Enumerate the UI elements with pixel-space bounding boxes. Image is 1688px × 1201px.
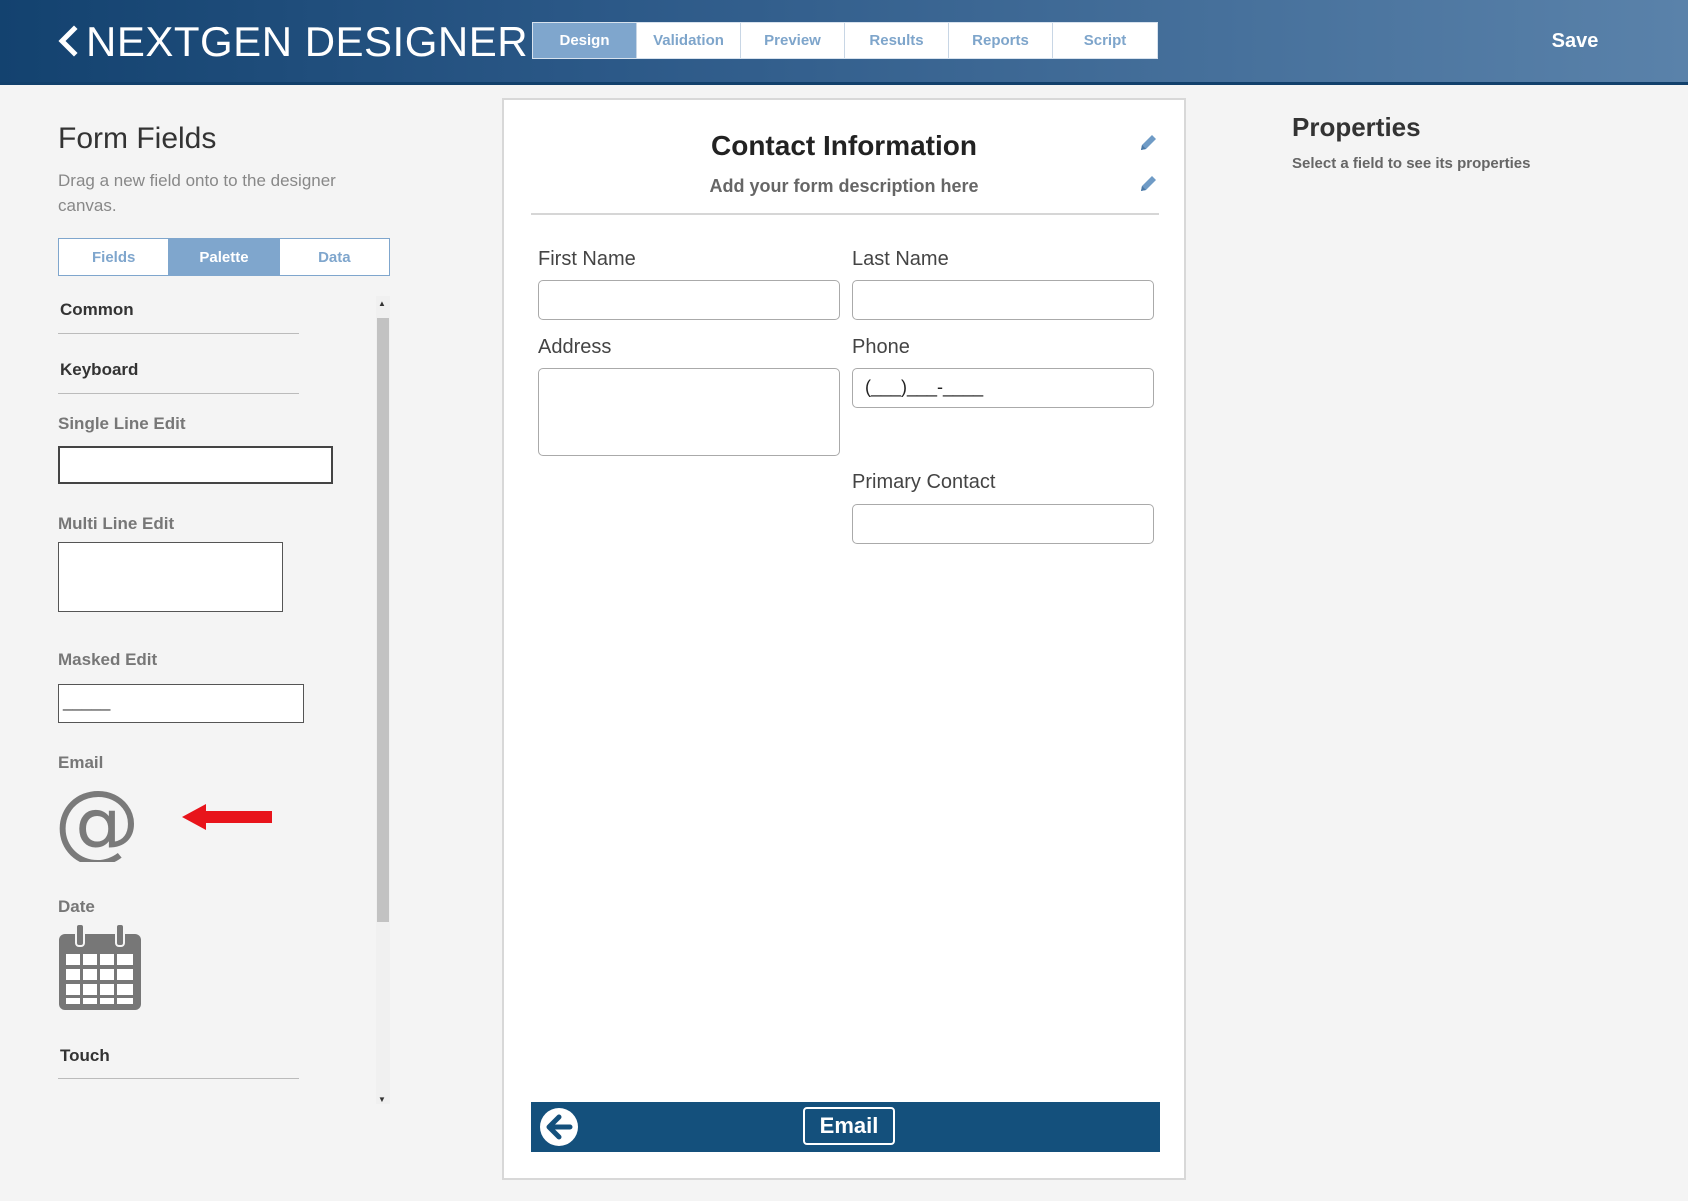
palette-item-multi-line-edit[interactable] — [58, 542, 283, 612]
form-header-divider — [531, 213, 1159, 215]
top-header: NEXTGEN DESIGNER Design Validation Previ… — [0, 0, 1688, 84]
tab-palette[interactable]: Palette — [169, 239, 280, 275]
palette-scrollbar-thumb[interactable] — [377, 318, 389, 922]
palette-item-single-line-edit[interactable] — [58, 446, 333, 484]
red-arrow-annotation-icon — [182, 804, 272, 830]
palette-item-date-label: Date — [58, 897, 95, 916]
tab-results[interactable]: Results — [845, 23, 949, 58]
tab-fields[interactable]: Fields — [59, 239, 170, 275]
form-title[interactable]: Contact Information — [504, 130, 1184, 162]
back-chevron-icon[interactable] — [54, 24, 80, 58]
tab-preview[interactable]: Preview — [741, 23, 845, 58]
properties-title: Properties — [1292, 112, 1421, 142]
first-name-input[interactable] — [538, 280, 840, 320]
edit-description-pencil-icon[interactable] — [1138, 174, 1158, 194]
designer-canvas: Contact Information Add your form descri… — [502, 98, 1186, 1180]
phone-label: Phone — [852, 336, 910, 358]
tab-validation[interactable]: Validation — [637, 23, 741, 58]
main-tabs: Design Validation Preview Results Report… — [532, 22, 1158, 59]
divider — [58, 1078, 299, 1079]
masked-edit-preview-text: _____ — [63, 692, 111, 711]
palette-item-multi-line-edit-label: Multi Line Edit — [58, 514, 175, 533]
form-fields-description: Drag a new field onto to the designer ca… — [58, 171, 336, 215]
palette-item-email-label: Email — [58, 753, 104, 772]
divider — [58, 333, 299, 334]
app-title: NEXTGEN DESIGNER — [86, 18, 529, 65]
address-label: Address — [538, 336, 612, 358]
scroll-up-arrow-icon[interactable]: ▲ — [378, 299, 386, 308]
properties-description: Select a field to see its properties — [1292, 155, 1531, 172]
palette-item-masked-edit-label: Masked Edit — [58, 650, 158, 669]
category-common[interactable]: Common — [60, 300, 134, 320]
edit-title-pencil-icon[interactable] — [1138, 133, 1158, 153]
save-button[interactable]: Save — [1530, 26, 1620, 56]
email-button[interactable]: Email — [803, 1107, 895, 1145]
field-source-tabs: Fields Palette Data — [58, 238, 390, 276]
svg-text:@: @ — [58, 784, 136, 862]
phone-masked-input[interactable]: (___)___-____ — [852, 368, 1154, 408]
primary-contact-label: Primary Contact — [852, 471, 996, 493]
first-name-label: First Name — [538, 248, 636, 270]
last-name-input[interactable] — [852, 280, 1154, 320]
tab-data[interactable]: Data — [280, 239, 389, 275]
form-fields-title: Form Fields — [58, 122, 217, 155]
palette-item-single-line-edit-label: Single Line Edit — [58, 414, 186, 433]
form-footer-bar: Email — [531, 1102, 1160, 1152]
form-description[interactable]: Add your form description here — [504, 176, 1184, 197]
tab-reports[interactable]: Reports — [949, 23, 1053, 58]
divider — [58, 393, 299, 394]
address-textarea[interactable] — [538, 368, 840, 456]
header-divider — [0, 82, 1688, 85]
calendar-icon[interactable] — [58, 922, 142, 1012]
tab-script[interactable]: Script — [1053, 23, 1157, 58]
scroll-down-arrow-icon[interactable]: ▼ — [378, 1095, 386, 1104]
palette-list: Common Keyboard Single Line Edit Multi L… — [58, 296, 390, 1106]
tab-design[interactable]: Design — [533, 23, 637, 58]
last-name-label: Last Name — [852, 248, 949, 270]
phone-mask-value: (___)___-____ — [865, 377, 984, 397]
at-sign-icon[interactable]: @ — [58, 784, 136, 862]
category-keyboard[interactable]: Keyboard — [60, 360, 138, 380]
palette-item-masked-edit[interactable]: _____ — [58, 684, 304, 723]
back-arrow-circle-icon[interactable] — [539, 1107, 579, 1147]
primary-contact-input[interactable] — [852, 504, 1154, 544]
category-touch[interactable]: Touch — [60, 1046, 110, 1066]
